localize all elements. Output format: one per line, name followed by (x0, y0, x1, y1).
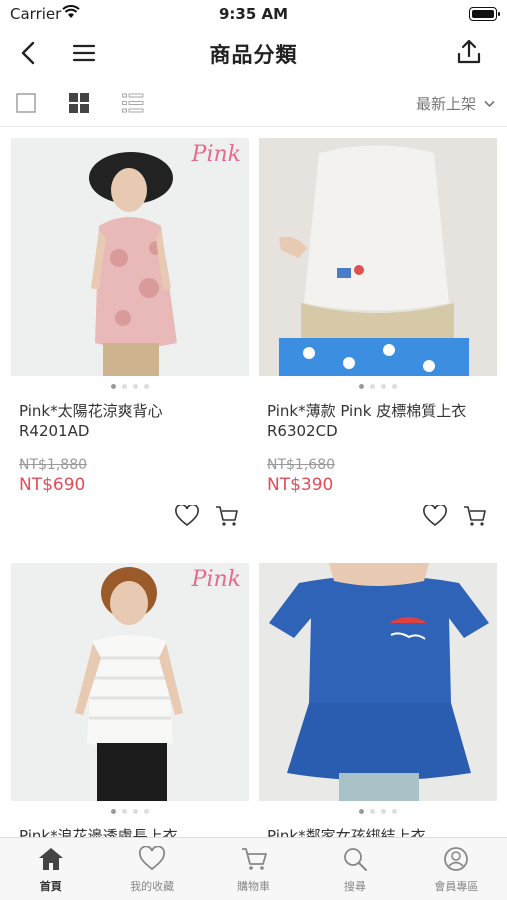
bottom-tab-bar: 首頁 我的收藏 購物車 搜尋 會員專區 (0, 837, 507, 900)
tab-home[interactable]: 首頁 (0, 838, 101, 900)
product-name[interactable]: Pink*太陽花涼爽背心 R4201AD (19, 401, 249, 441)
status-time: 9:35 AM (218, 5, 289, 23)
heart-icon[interactable] (175, 505, 199, 527)
brand-logo: Pink (191, 142, 241, 167)
battery-icon (469, 7, 500, 21)
sale-price: NT$390 (267, 475, 334, 495)
user-icon (444, 847, 469, 871)
cart-icon (241, 848, 267, 870)
page-title: 商品分類 (209, 43, 298, 67)
image-pager (259, 801, 497, 821)
original-price: NT$1,880 (19, 457, 88, 473)
product-image[interactable]: Pink (11, 138, 249, 376)
product-actions (11, 495, 249, 535)
product-image[interactable] (259, 138, 497, 376)
tab-label: 我的收藏 (130, 880, 175, 893)
search-icon (344, 848, 367, 871)
product-card[interactable]: Pink Pink*浪花邊透膚長上衣 (11, 563, 249, 840)
product-photo (11, 138, 249, 376)
product-photo (259, 138, 497, 376)
sale-price: NT$690 (19, 475, 86, 495)
sort-label: 最新上架 (415, 95, 476, 113)
heart-icon (139, 845, 166, 871)
tab-search[interactable]: 搜尋 (304, 838, 405, 900)
nav-bar: 商品分類 (0, 28, 507, 78)
product-image[interactable]: Pink (11, 563, 249, 801)
product-actions (259, 495, 497, 535)
tab-cart[interactable]: 購物車 (203, 838, 304, 900)
image-pager (11, 376, 249, 396)
heart-icon[interactable] (423, 505, 447, 527)
share-icon[interactable] (455, 38, 483, 66)
image-pager (259, 376, 497, 396)
product-image[interactable] (259, 563, 497, 801)
tab-member[interactable]: 會員專區 (406, 838, 507, 900)
sort-dropdown[interactable]: 最新上架 (416, 93, 495, 114)
tab-label: 首頁 (39, 880, 62, 893)
view-toolbar: 最新上架 (0, 80, 507, 127)
chevron-down-icon (484, 100, 495, 107)
tab-label: 搜尋 (343, 880, 366, 893)
product-photo (11, 563, 249, 801)
cart-icon[interactable] (215, 505, 239, 527)
product-name[interactable]: Pink*薄款 Pink 皮標棉質上衣 R6302CD (267, 401, 497, 441)
tab-label: 會員專區 (434, 880, 479, 893)
original-price: NT$1,680 (267, 457, 336, 473)
brand-logo: Pink (191, 567, 241, 592)
image-pager (11, 801, 249, 821)
product-card[interactable]: Pink Pink*太陽花涼爽背心 R4201AD NT$1,880 NT$69… (11, 138, 249, 535)
tab-favorites[interactable]: 我的收藏 (101, 838, 202, 900)
product-photo (259, 563, 497, 801)
cart-icon[interactable] (463, 505, 487, 527)
product-card[interactable]: Pink*鄰家女孩綁結上衣 (259, 563, 497, 840)
status-bar: Carrier 9:35 AM (0, 0, 507, 28)
product-card[interactable]: Pink*薄款 Pink 皮標棉質上衣 R6302CD NT$1,680 NT$… (259, 138, 497, 535)
tab-label: 購物車 (237, 880, 271, 893)
home-icon (38, 848, 63, 870)
grid-view-icon[interactable] (69, 93, 89, 113)
single-view-icon[interactable] (16, 93, 36, 113)
list-view-icon[interactable] (122, 93, 144, 113)
product-grid: Pink Pink*太陽花涼爽背心 R4201AD NT$1,880 NT$69… (0, 128, 507, 840)
